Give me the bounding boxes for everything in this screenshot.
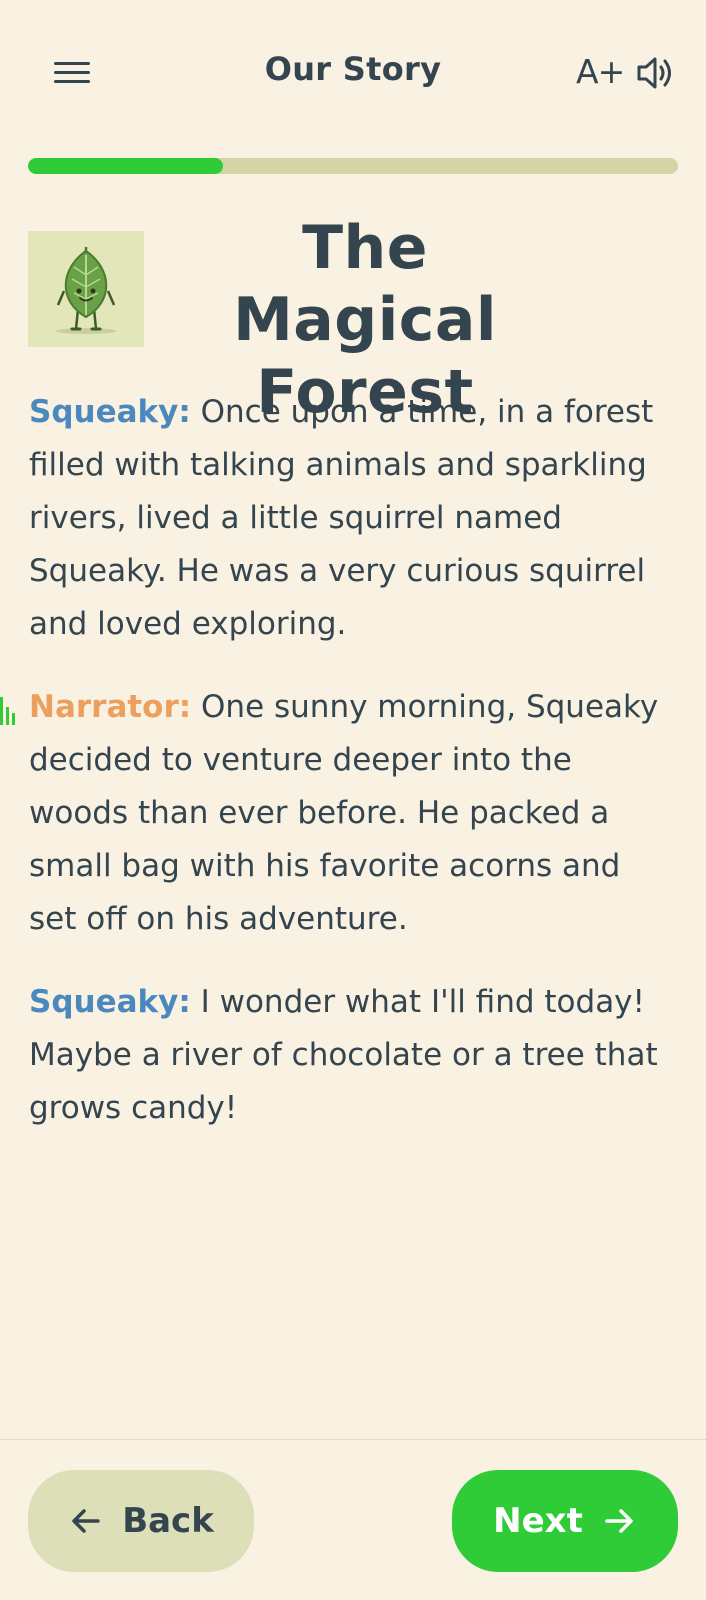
arrow-left-icon xyxy=(72,1509,100,1533)
leaf-character-icon xyxy=(56,247,116,334)
footer-divider xyxy=(0,1439,706,1440)
story-text: Squeaky: Once upon a time, in a forest f… xyxy=(0,386,669,1165)
story-thumbnail xyxy=(28,231,144,347)
top-bar: Our Story A+ xyxy=(0,0,706,142)
next-button-label: Next xyxy=(493,1501,583,1541)
speaker-icon[interactable] xyxy=(636,54,674,92)
dialogue-paragraph: Squeaky: Once upon a time, in a forest f… xyxy=(29,386,669,651)
speaker-label: Squeaky: xyxy=(29,394,191,430)
progress-fill xyxy=(28,158,223,174)
font-size-button[interactable]: A+ xyxy=(576,52,625,91)
next-button[interactable]: Next xyxy=(452,1470,678,1572)
dialogue-paragraph-active: Narrator: One sunny morning, Squeaky dec… xyxy=(0,681,669,946)
back-button[interactable]: Back xyxy=(28,1470,254,1572)
now-playing-icon xyxy=(0,697,16,725)
paragraph-text: Once upon a time, in a forest filled wit… xyxy=(29,394,654,642)
story-screen: Our Story A+ The Magical Forest Squeaky:… xyxy=(0,0,706,1600)
dialogue-paragraph: Squeaky: I wonder what I'll find today! … xyxy=(29,976,669,1135)
speaker-label: Narrator: xyxy=(29,689,192,725)
arrow-right-icon xyxy=(605,1509,633,1533)
back-button-label: Back xyxy=(122,1501,214,1541)
paragraph-text: One sunny morning, Squeaky decided to ve… xyxy=(29,689,659,937)
speaker-label: Squeaky: xyxy=(29,984,191,1020)
story-progress-bar xyxy=(28,158,678,174)
